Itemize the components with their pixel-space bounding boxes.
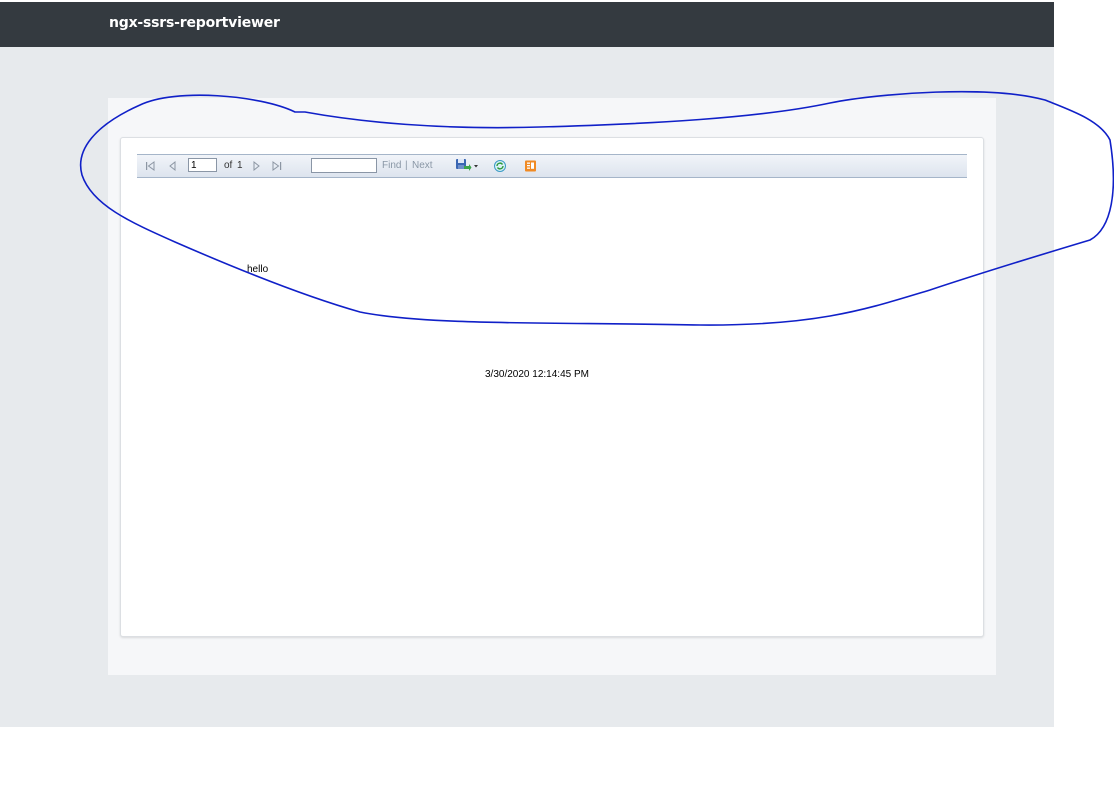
print-layout-button[interactable]: [524, 155, 537, 177]
last-page-icon: [272, 161, 282, 171]
refresh-button[interactable]: [493, 155, 507, 177]
app-background: ngx-ssrs-reportviewer 1 of 1 Find | Next…: [0, 2, 1054, 727]
page-number-input[interactable]: [188, 158, 217, 172]
report-body: hello 3/30/2020 12:14:45 PM: [137, 178, 967, 618]
document-icon: [525, 160, 536, 172]
of-label: of: [224, 160, 233, 171]
first-page-button[interactable]: [145, 155, 156, 177]
save-export-icon: [456, 159, 478, 171]
find-next-link[interactable]: Next: [412, 155, 433, 177]
report-toolbar: of 1 Find | N: [137, 154, 967, 178]
find-separator: |: [405, 160, 408, 171]
report-viewer-card: of 1 Find | N: [120, 137, 984, 637]
find-link[interactable]: Find: [382, 155, 401, 177]
first-page-icon: [146, 161, 155, 171]
refresh-icon: [494, 160, 506, 172]
previous-page-icon: [169, 160, 176, 172]
content-container: of 1 Find | N: [108, 98, 996, 675]
total-pages: 1: [237, 160, 243, 171]
navbar: ngx-ssrs-reportviewer: [0, 2, 1054, 47]
navbar-brand[interactable]: ngx-ssrs-reportviewer: [109, 15, 280, 31]
last-page-button[interactable]: [271, 155, 283, 177]
export-button[interactable]: [455, 155, 479, 177]
next-page-icon: [253, 160, 260, 172]
next-page-button[interactable]: [252, 155, 261, 177]
previous-page-button[interactable]: [168, 155, 177, 177]
report-text: hello: [247, 264, 269, 275]
report-timestamp: 3/30/2020 12:14:45 PM: [485, 369, 589, 380]
find-text-input[interactable]: [311, 158, 377, 173]
